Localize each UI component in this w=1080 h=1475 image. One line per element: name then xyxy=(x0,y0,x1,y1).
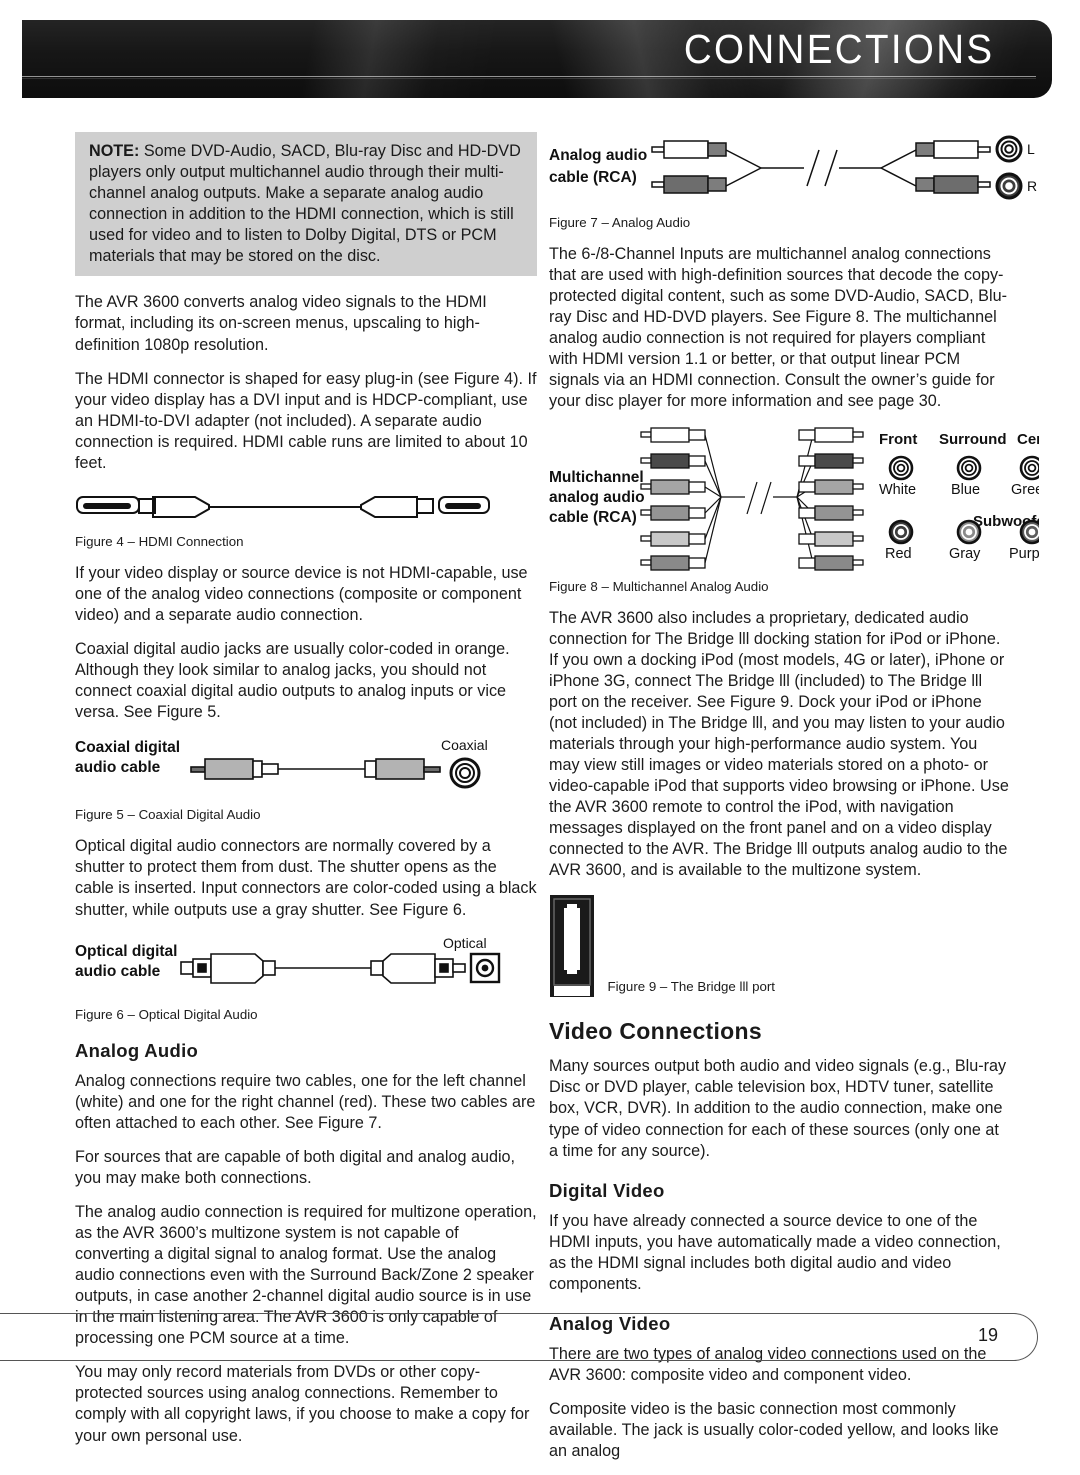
hdmi-port-slot-left xyxy=(83,502,131,509)
rca-jack-left xyxy=(995,135,1023,163)
figure-9-bridge-port: Figure 9 – The Bridge lll port xyxy=(549,894,1011,998)
figure-7-caption: Figure 7 – Analog Audio xyxy=(549,215,691,230)
figure-8-multichannel-analog-audio: Multichannel analog audio cable (RCA) Fr… xyxy=(549,426,1065,594)
left-column: NOTE: Some DVD-Audio, SACD, Blu-ray Disc… xyxy=(75,132,537,1460)
figure-8-color-red: Red xyxy=(885,546,912,562)
figure-8-color-gray: Gray xyxy=(949,546,981,562)
heading-analog-audio: Analog Audio xyxy=(75,1039,199,1061)
paragraph-avr-converts: The AVR 3600 converts analog video signa… xyxy=(75,293,487,354)
rca-jack-right xyxy=(995,172,1023,200)
optical-jack-icon xyxy=(469,952,501,983)
page-header-banner: CONNECTIONS xyxy=(22,20,1052,98)
multichannel-left-plugs xyxy=(640,426,706,571)
optical-cable-diagram: Optical digital audio cable Optical xyxy=(75,935,501,984)
figure-8-color-green: Green xyxy=(1011,482,1039,498)
jack-center-green xyxy=(1019,455,1045,480)
figure-8-label-line1: Multichannel xyxy=(549,469,644,486)
figure-6-label-line2: audio cable xyxy=(75,963,161,980)
figure-5-coaxial-digital-audio: Coaxial digital audio cable Coaxial Figu… xyxy=(75,736,537,822)
figure-8-group-surround: Surround xyxy=(939,431,1007,448)
paragraph-copy-protection: You may only record materials from DVDs … xyxy=(75,1363,530,1445)
figure-7-label-line1: Analog audio xyxy=(549,147,647,164)
figure-5-jack-label: Coaxial xyxy=(441,737,488,753)
banner-hairline-secondary xyxy=(22,78,1036,79)
analog-rca-cable-diagram: Analog audio cable (RCA) L R xyxy=(549,135,1037,200)
figure-8-color-blue: Blue xyxy=(951,482,980,498)
hdmi-port-slot-right xyxy=(445,502,481,509)
paragraph-analog-video-fallback: If your video display or source device i… xyxy=(75,563,528,624)
heading-digital-video: Digital Video xyxy=(549,1179,665,1201)
paragraph-6-8-channel-inputs: The 6-/8-Channel Inputs are multichannel… xyxy=(549,245,1007,411)
figure-6-label-line1: Optical digital xyxy=(75,943,177,960)
figure-8-label-line3: cable (RCA) xyxy=(549,509,637,526)
paragraph-both-connections: For sources that are capable of both dig… xyxy=(75,1147,516,1187)
note-text: NOTE: Some DVD-Audio, SACD, Blu-ray Disc… xyxy=(89,141,525,267)
figure-9-caption: Figure 9 – The Bridge lll port xyxy=(607,979,775,995)
bridge-port-icon xyxy=(550,895,594,998)
paragraph-composite-video: Composite video is the basic connection … xyxy=(549,1400,999,1461)
banner-hairline xyxy=(22,76,1036,77)
figure-8-group-front: Front xyxy=(879,431,917,448)
figure-7-label-line2: cable (RCA) xyxy=(549,169,637,186)
paragraph-hdmi-connector: The HDMI connector is shaped for easy pl… xyxy=(75,369,537,472)
note-body: Some DVD-Audio, SACD, Blu-ray Disc and H… xyxy=(89,142,521,266)
figure-7-jack-label-R: R xyxy=(1027,178,1037,194)
coaxial-jack-icon xyxy=(449,757,481,789)
paragraph-analog-two-cables: Analog connections require two cables, o… xyxy=(75,1071,536,1132)
figure-8-label-line2: analog audio xyxy=(549,489,645,506)
paragraph-digital-video: If you have already connected a source d… xyxy=(549,1211,1001,1293)
figure-6-caption: Figure 6 – Optical Digital Audio xyxy=(75,1006,258,1022)
heading-video-connections: Video Connections xyxy=(549,1018,762,1045)
note-lead-label: NOTE: xyxy=(89,142,140,160)
figure-8-group-center: Center xyxy=(1017,431,1039,448)
jack-surround-blue xyxy=(956,455,982,480)
multichannel-right-plugs xyxy=(798,426,864,571)
figure-5-caption: Figure 5 – Coaxial Digital Audio xyxy=(75,807,261,823)
figure-7-analog-audio: Analog audio cable (RCA) L R Figure 7 – … xyxy=(549,132,1037,230)
figure-5-label-line1: Coaxial digital xyxy=(75,739,180,756)
paragraph-many-sources: Many sources output both audio and video… xyxy=(549,1057,1007,1160)
page-title: CONNECTIONS xyxy=(683,26,994,72)
paragraph-coaxial-jacks: Coaxial digital audio jacks are usually … xyxy=(75,640,510,722)
jack-purple xyxy=(1019,519,1045,544)
figure-8-color-white: White xyxy=(879,482,916,498)
hdmi-cable-diagram xyxy=(76,495,490,518)
footer-rule xyxy=(0,1313,1038,1361)
jack-front-white xyxy=(888,455,914,480)
figure-5-label-line2: audio cable xyxy=(75,759,161,776)
note-callout: NOTE: Some DVD-Audio, SACD, Blu-ray Disc… xyxy=(75,132,537,277)
paragraph-optical-shutter: Optical digital audio connectors are nor… xyxy=(75,837,537,919)
multichannel-rca-diagram: Multichannel analog audio cable (RCA) Fr… xyxy=(549,426,1065,571)
figure-6-jack-label: Optical xyxy=(443,935,487,951)
figure-8-caption: Figure 8 – Multichannel Analog Audio xyxy=(549,578,769,594)
paragraph-the-bridge-iii: The AVR 3600 also includes a proprietary… xyxy=(549,608,1009,880)
jack-gray xyxy=(956,519,982,544)
figure-6-optical-digital-audio: Optical digital audio cable Optical Figu… xyxy=(75,934,537,1022)
coaxial-cable-diagram: Coaxial digital audio cable Coaxial xyxy=(75,737,488,789)
figure-4-hdmi-connection: Figure 4 – HDMI Connection xyxy=(75,487,537,549)
figure-8-color-purple: Purple xyxy=(1009,546,1039,562)
jack-red xyxy=(888,519,914,544)
figure-7-jack-label-L: L xyxy=(1027,141,1035,157)
right-column: Analog audio cable (RCA) L R Figure 7 – … xyxy=(549,132,1065,1475)
figure-4-caption: Figure 4 – HDMI Connection xyxy=(75,533,244,549)
page-number: 19 xyxy=(978,1325,999,1345)
